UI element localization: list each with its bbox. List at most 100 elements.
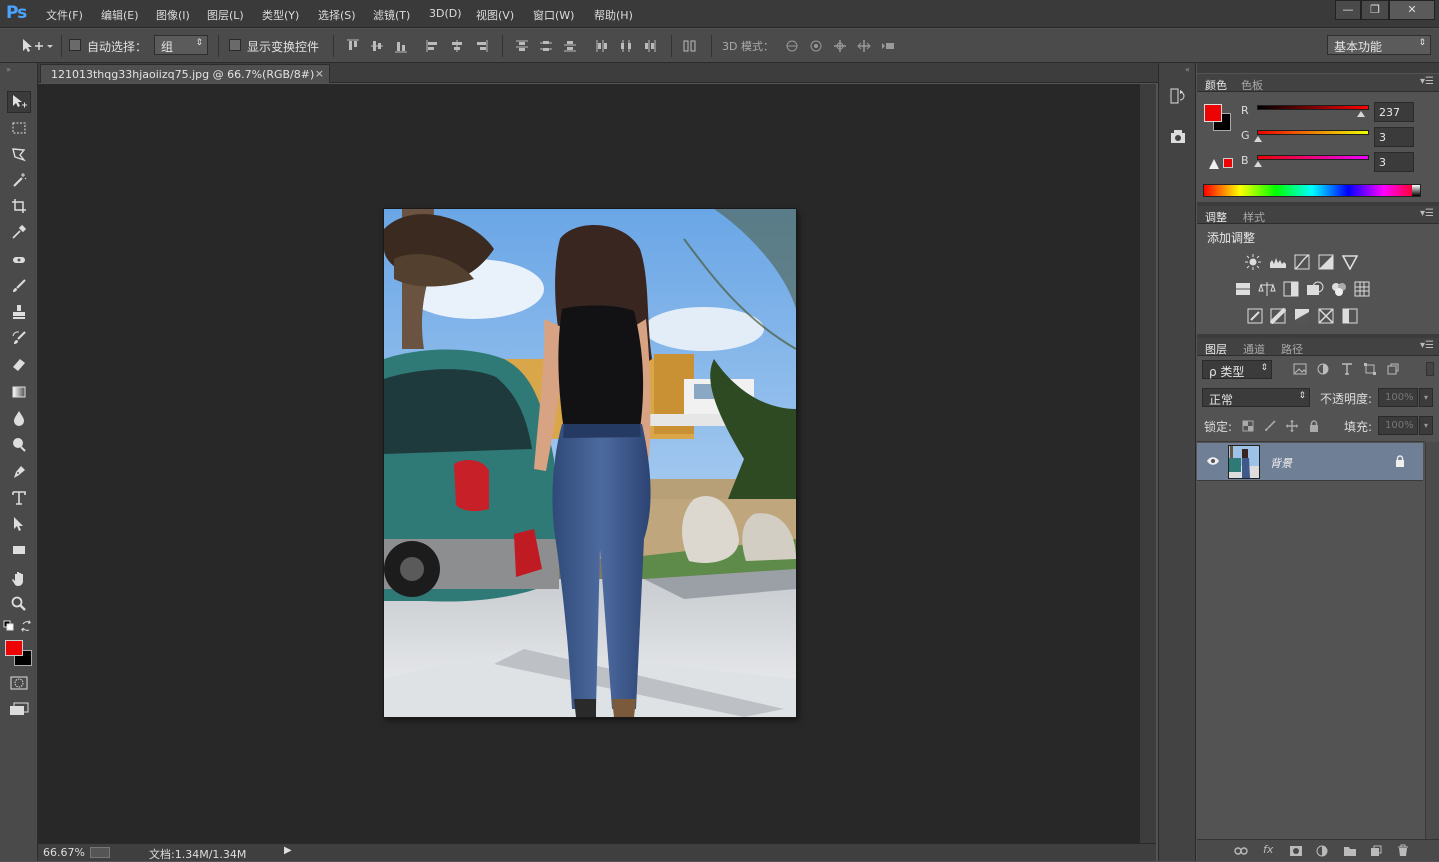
color-lookup-icon[interactable] [1354,281,1370,297]
menu-3d[interactable]: 3D(D) [429,7,462,20]
exposure-icon[interactable] [1318,254,1334,270]
3d-slide-icon[interactable] [857,39,871,53]
lock-all-icon[interactable] [1308,420,1320,432]
menu-edit[interactable]: 编辑(E) [101,7,139,23]
distribute-vcenter-icon[interactable] [539,39,553,53]
properties-panel-icon[interactable] [1169,129,1187,147]
g-slider[interactable] [1257,130,1369,135]
new-group-folder-icon[interactable] [1343,845,1357,857]
default-colors-icon[interactable] [3,620,15,632]
fill-slider-toggle-icon[interactable]: ▾ [1419,416,1433,435]
close-window-button[interactable]: ✕ [1389,0,1435,20]
levels-icon[interactable] [1269,254,1287,270]
distribute-hcenter-icon[interactable] [619,39,633,53]
tab-swatches[interactable]: 色板 [1241,77,1263,93]
clone-stamp-tool[interactable] [7,301,31,323]
link-layers-icon[interactable] [1234,846,1248,856]
collapse-dock-icon[interactable]: « [1185,65,1190,74]
r-slider[interactable] [1257,105,1369,110]
b-slider-thumb[interactable] [1254,161,1263,167]
menu-filter[interactable]: 滤镜(T) [373,7,410,23]
vibrance-icon[interactable] [1342,254,1358,270]
menu-file[interactable]: 文件(F) [46,7,83,23]
panel-menu-icon[interactable]: ▾☰ [1420,208,1434,219]
filter-smart-object-icon[interactable] [1387,363,1399,375]
move-tool[interactable] [7,91,31,113]
foreground-color-swatch[interactable] [5,640,23,656]
brush-tool[interactable] [7,275,31,297]
tab-color[interactable]: 颜色 [1205,77,1227,93]
photo-filter-icon[interactable] [1306,281,1324,297]
magic-wand-tool[interactable] [7,169,31,191]
r-slider-thumb[interactable] [1357,111,1366,117]
menu-select[interactable]: 选择(S) [318,7,356,23]
lock-position-icon[interactable] [1286,420,1298,432]
zoom-tool[interactable] [7,593,31,615]
g-value[interactable]: 3 [1374,127,1414,147]
filter-pixel-icon[interactable] [1293,363,1307,375]
layer-filter-select[interactable]: ρ 类型 ⇕ [1202,360,1272,379]
brightness-contrast-icon[interactable] [1245,254,1261,270]
b-value[interactable]: 3 [1374,152,1414,172]
fg-color-swatch[interactable] [1204,104,1222,122]
path-selection-tool[interactable] [7,513,31,535]
distribute-bottom-icon[interactable] [563,39,577,53]
fill-input[interactable]: 100% [1378,416,1418,435]
tab-layers[interactable]: 图层 [1205,341,1227,357]
3d-pan-icon[interactable] [833,39,847,53]
crop-tool[interactable] [7,195,31,217]
auto-align-icon[interactable] [683,39,697,53]
r-value[interactable]: 237 [1374,102,1414,122]
filter-shape-icon[interactable] [1364,363,1376,375]
color-balance-icon[interactable] [1258,281,1276,297]
threshold-icon[interactable] [1294,308,1310,324]
lasso-tool[interactable] [7,143,31,165]
type-tool[interactable] [7,487,31,509]
close-tab-icon[interactable]: × [315,67,324,80]
filter-type-icon[interactable] [1341,363,1353,375]
lock-pixels-icon[interactable] [1264,420,1276,432]
history-brush-tool[interactable] [7,327,31,349]
3d-scale-icon[interactable] [881,39,895,53]
shape-tool[interactable] [7,539,31,561]
layer-row-background[interactable]: 背景 [1197,443,1423,481]
status-menu-arrow-icon[interactable]: ▶ [284,845,292,856]
g-slider-thumb[interactable] [1254,136,1263,142]
show-transform-checkbox[interactable] [229,39,241,51]
filter-toggle[interactable] [1426,362,1434,376]
eyedropper-tool[interactable] [7,221,31,243]
tab-styles[interactable]: 样式 [1243,209,1265,225]
restore-button[interactable]: ❐ [1361,0,1389,20]
quick-mask-icon[interactable] [10,676,28,690]
menu-help[interactable]: 帮助(H) [594,7,633,23]
invert-icon[interactable] [1247,308,1263,324]
menu-type[interactable]: 类型(Y) [262,7,299,23]
document-tab[interactable]: 121013thqg33hjaoiizq75.jpg @ 66.7%(RGB/8… [40,64,330,83]
selective-color-icon[interactable] [1342,308,1358,324]
menu-window[interactable]: 窗口(W) [533,7,574,23]
menu-view[interactable]: 视图(V) [476,7,514,23]
screen-mode-icon[interactable] [9,702,29,716]
gradient-tool[interactable] [7,381,31,403]
channel-mixer-icon[interactable] [1330,281,1348,297]
history-panel-icon[interactable] [1169,87,1187,105]
align-hcenter-icon[interactable] [450,39,464,53]
lock-transparent-icon[interactable] [1242,420,1254,432]
tab-paths[interactable]: 路径 [1281,341,1303,357]
document-canvas-photo[interactable] [384,209,796,717]
layer-name[interactable]: 背景 [1270,455,1292,471]
opacity-slider-toggle-icon[interactable]: ▾ [1419,388,1433,407]
canvas-workspace[interactable] [38,84,1140,843]
blend-mode-select[interactable]: 正常 ⇕ [1202,388,1310,407]
zoom-level[interactable]: 66.67% [43,846,85,859]
layer-locked-icon[interactable] [1395,455,1405,467]
3d-rotate-icon[interactable] [785,39,799,53]
hue-saturation-icon[interactable] [1235,281,1251,297]
eye-visibility-icon[interactable] [1206,456,1220,466]
distribute-right-icon[interactable] [643,39,657,53]
opacity-input[interactable]: 100% [1378,388,1418,407]
closest-color-swatch[interactable] [1223,158,1233,168]
swap-colors-icon[interactable] [21,620,33,632]
menu-image[interactable]: 图像(I) [156,7,190,23]
auto-select-dropdown[interactable]: 组 ⇕ [154,35,208,55]
